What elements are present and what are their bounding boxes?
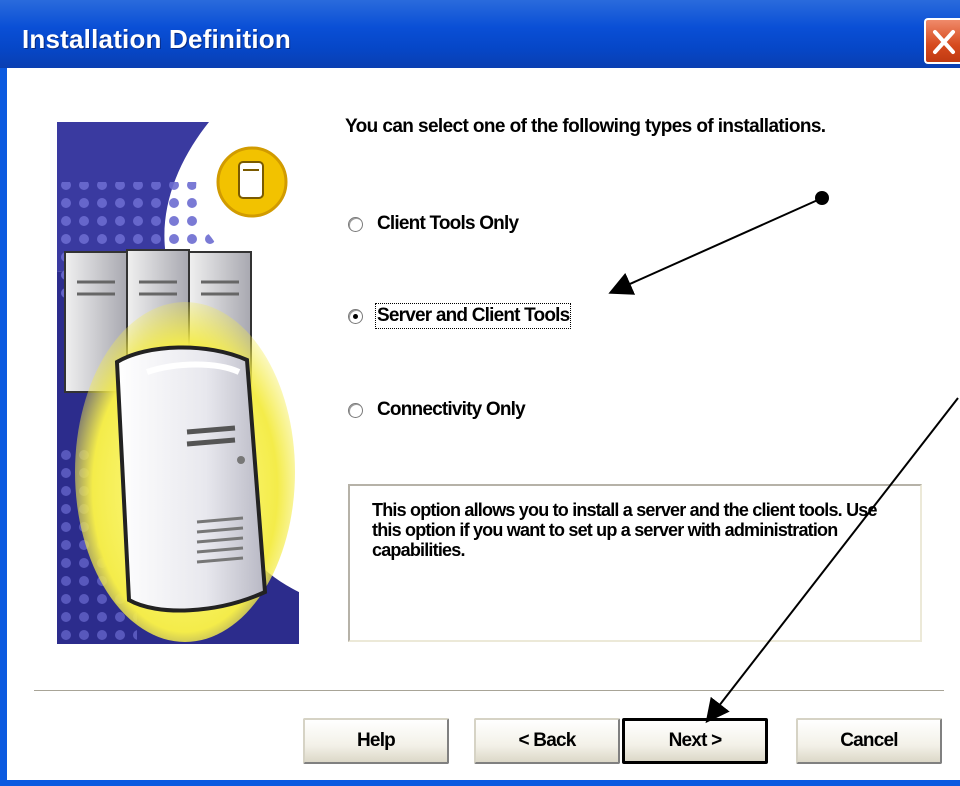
close-icon: [933, 30, 955, 54]
option-client-tools[interactable]: Client Tools Only: [348, 210, 519, 238]
server-illustration: [57, 122, 299, 644]
radio-button-selected[interactable]: [348, 308, 363, 324]
option-label[interactable]: Server and Client Tools: [374, 303, 572, 329]
window-bottom-border: [0, 780, 960, 786]
option-server-and-client-tools[interactable]: Server and Client Tools: [348, 302, 572, 330]
description-box: This option allows you to install a serv…: [348, 484, 922, 642]
window-title: Installation Definition: [22, 24, 291, 54]
radio-button[interactable]: [348, 216, 363, 232]
radio-button[interactable]: [348, 402, 363, 418]
option-connectivity-only[interactable]: Connectivity Only: [348, 396, 526, 424]
option-label[interactable]: Connectivity Only: [377, 399, 526, 421]
back-button[interactable]: < Back: [474, 718, 620, 764]
option-label[interactable]: Client Tools Only: [377, 213, 519, 235]
description-text: This option allows you to install a serv…: [372, 500, 878, 560]
title-bar: Installation Definition: [0, 0, 960, 68]
cancel-button[interactable]: Cancel: [796, 718, 942, 764]
intro-text: You can select one of the following type…: [345, 116, 826, 137]
next-button[interactable]: Next >: [622, 718, 768, 764]
close-button[interactable]: [924, 18, 960, 64]
separator: [34, 690, 944, 692]
help-button[interactable]: Help: [303, 718, 449, 764]
